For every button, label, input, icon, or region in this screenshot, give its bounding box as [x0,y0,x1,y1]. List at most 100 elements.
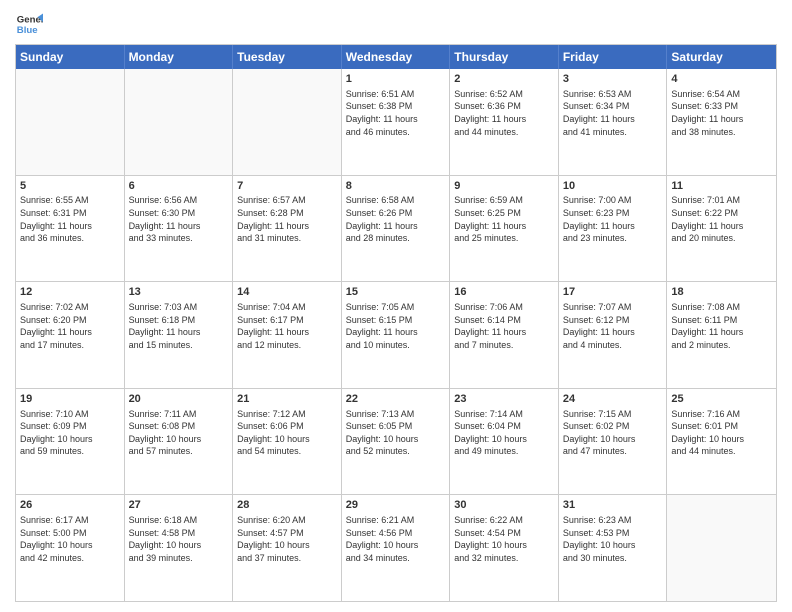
day-number: 22 [346,392,446,407]
day-cell-5: 5Sunrise: 6:55 AM Sunset: 6:31 PM Daylig… [16,176,125,282]
day-number: 6 [129,179,229,194]
week-row-4: 19Sunrise: 7:10 AM Sunset: 6:09 PM Dayli… [16,389,776,496]
day-cell-4: 4Sunrise: 6:54 AM Sunset: 6:33 PM Daylig… [667,69,776,175]
day-info: Sunrise: 6:22 AM Sunset: 4:54 PM Dayligh… [454,514,554,564]
day-info: Sunrise: 6:58 AM Sunset: 6:26 PM Dayligh… [346,194,446,244]
day-header-sunday: Sunday [16,45,125,69]
day-cell-12: 12Sunrise: 7:02 AM Sunset: 6:20 PM Dayli… [16,282,125,388]
day-number: 13 [129,285,229,300]
day-number: 17 [563,285,663,300]
day-number: 25 [671,392,772,407]
day-info: Sunrise: 6:52 AM Sunset: 6:36 PM Dayligh… [454,88,554,138]
day-number: 10 [563,179,663,194]
day-info: Sunrise: 6:20 AM Sunset: 4:57 PM Dayligh… [237,514,337,564]
day-info: Sunrise: 6:17 AM Sunset: 5:00 PM Dayligh… [20,514,120,564]
day-info: Sunrise: 7:14 AM Sunset: 6:04 PM Dayligh… [454,408,554,458]
day-number: 11 [671,179,772,194]
day-number: 19 [20,392,120,407]
day-info: Sunrise: 7:03 AM Sunset: 6:18 PM Dayligh… [129,301,229,351]
day-cell-22: 22Sunrise: 7:13 AM Sunset: 6:05 PM Dayli… [342,389,451,495]
day-number: 8 [346,179,446,194]
day-cell-26: 26Sunrise: 6:17 AM Sunset: 5:00 PM Dayli… [16,495,125,601]
day-header-wednesday: Wednesday [342,45,451,69]
day-number: 28 [237,498,337,513]
day-info: Sunrise: 7:12 AM Sunset: 6:06 PM Dayligh… [237,408,337,458]
day-cell-2: 2Sunrise: 6:52 AM Sunset: 6:36 PM Daylig… [450,69,559,175]
day-number: 31 [563,498,663,513]
day-cell-10: 10Sunrise: 7:00 AM Sunset: 6:23 PM Dayli… [559,176,668,282]
day-cell-30: 30Sunrise: 6:22 AM Sunset: 4:54 PM Dayli… [450,495,559,601]
day-info: Sunrise: 7:06 AM Sunset: 6:14 PM Dayligh… [454,301,554,351]
day-header-monday: Monday [125,45,234,69]
day-cell-19: 19Sunrise: 7:10 AM Sunset: 6:09 PM Dayli… [16,389,125,495]
day-info: Sunrise: 7:16 AM Sunset: 6:01 PM Dayligh… [671,408,772,458]
day-info: Sunrise: 6:57 AM Sunset: 6:28 PM Dayligh… [237,194,337,244]
day-info: Sunrise: 7:00 AM Sunset: 6:23 PM Dayligh… [563,194,663,244]
day-info: Sunrise: 6:21 AM Sunset: 4:56 PM Dayligh… [346,514,446,564]
day-number: 30 [454,498,554,513]
day-cell-18: 18Sunrise: 7:08 AM Sunset: 6:11 PM Dayli… [667,282,776,388]
day-info: Sunrise: 7:04 AM Sunset: 6:17 PM Dayligh… [237,301,337,351]
logo: General Blue [15,10,43,38]
day-cell-8: 8Sunrise: 6:58 AM Sunset: 6:26 PM Daylig… [342,176,451,282]
day-info: Sunrise: 7:05 AM Sunset: 6:15 PM Dayligh… [346,301,446,351]
day-number: 9 [454,179,554,194]
day-number: 7 [237,179,337,194]
day-header-friday: Friday [559,45,668,69]
day-number: 4 [671,72,772,87]
day-info: Sunrise: 6:56 AM Sunset: 6:30 PM Dayligh… [129,194,229,244]
day-cell-9: 9Sunrise: 6:59 AM Sunset: 6:25 PM Daylig… [450,176,559,282]
day-number: 29 [346,498,446,513]
day-info: Sunrise: 7:11 AM Sunset: 6:08 PM Dayligh… [129,408,229,458]
day-info: Sunrise: 6:53 AM Sunset: 6:34 PM Dayligh… [563,88,663,138]
logo-icon: General Blue [15,10,43,38]
day-info: Sunrise: 7:01 AM Sunset: 6:22 PM Dayligh… [671,194,772,244]
day-number: 15 [346,285,446,300]
day-cell-28: 28Sunrise: 6:20 AM Sunset: 4:57 PM Dayli… [233,495,342,601]
day-number: 2 [454,72,554,87]
day-info: Sunrise: 7:08 AM Sunset: 6:11 PM Dayligh… [671,301,772,351]
day-cell-1: 1Sunrise: 6:51 AM Sunset: 6:38 PM Daylig… [342,69,451,175]
day-info: Sunrise: 7:02 AM Sunset: 6:20 PM Dayligh… [20,301,120,351]
day-info: Sunrise: 6:23 AM Sunset: 4:53 PM Dayligh… [563,514,663,564]
day-info: Sunrise: 6:51 AM Sunset: 6:38 PM Dayligh… [346,88,446,138]
day-cell-31: 31Sunrise: 6:23 AM Sunset: 4:53 PM Dayli… [559,495,668,601]
day-cell-11: 11Sunrise: 7:01 AM Sunset: 6:22 PM Dayli… [667,176,776,282]
day-number: 5 [20,179,120,194]
svg-text:Blue: Blue [17,25,38,36]
day-cell-20: 20Sunrise: 7:11 AM Sunset: 6:08 PM Dayli… [125,389,234,495]
day-info: Sunrise: 6:59 AM Sunset: 6:25 PM Dayligh… [454,194,554,244]
day-cell-7: 7Sunrise: 6:57 AM Sunset: 6:28 PM Daylig… [233,176,342,282]
day-header-tuesday: Tuesday [233,45,342,69]
day-number: 1 [346,72,446,87]
day-info: Sunrise: 7:13 AM Sunset: 6:05 PM Dayligh… [346,408,446,458]
week-row-2: 5Sunrise: 6:55 AM Sunset: 6:31 PM Daylig… [16,176,776,283]
empty-cell [125,69,234,175]
day-cell-21: 21Sunrise: 7:12 AM Sunset: 6:06 PM Dayli… [233,389,342,495]
calendar-body: 1Sunrise: 6:51 AM Sunset: 6:38 PM Daylig… [16,69,776,601]
day-number: 3 [563,72,663,87]
week-row-3: 12Sunrise: 7:02 AM Sunset: 6:20 PM Dayli… [16,282,776,389]
svg-text:General: General [17,14,43,25]
day-number: 20 [129,392,229,407]
day-number: 14 [237,285,337,300]
day-number: 16 [454,285,554,300]
day-info: Sunrise: 7:07 AM Sunset: 6:12 PM Dayligh… [563,301,663,351]
day-cell-17: 17Sunrise: 7:07 AM Sunset: 6:12 PM Dayli… [559,282,668,388]
empty-cell [667,495,776,601]
day-cell-25: 25Sunrise: 7:16 AM Sunset: 6:01 PM Dayli… [667,389,776,495]
day-info: Sunrise: 6:54 AM Sunset: 6:33 PM Dayligh… [671,88,772,138]
day-cell-13: 13Sunrise: 7:03 AM Sunset: 6:18 PM Dayli… [125,282,234,388]
page-header: General Blue [15,10,777,38]
day-cell-3: 3Sunrise: 6:53 AM Sunset: 6:34 PM Daylig… [559,69,668,175]
day-cell-27: 27Sunrise: 6:18 AM Sunset: 4:58 PM Dayli… [125,495,234,601]
day-cell-24: 24Sunrise: 7:15 AM Sunset: 6:02 PM Dayli… [559,389,668,495]
week-row-1: 1Sunrise: 6:51 AM Sunset: 6:38 PM Daylig… [16,69,776,176]
day-cell-16: 16Sunrise: 7:06 AM Sunset: 6:14 PM Dayli… [450,282,559,388]
day-header-thursday: Thursday [450,45,559,69]
day-number: 24 [563,392,663,407]
day-number: 27 [129,498,229,513]
day-number: 18 [671,285,772,300]
day-number: 26 [20,498,120,513]
empty-cell [233,69,342,175]
